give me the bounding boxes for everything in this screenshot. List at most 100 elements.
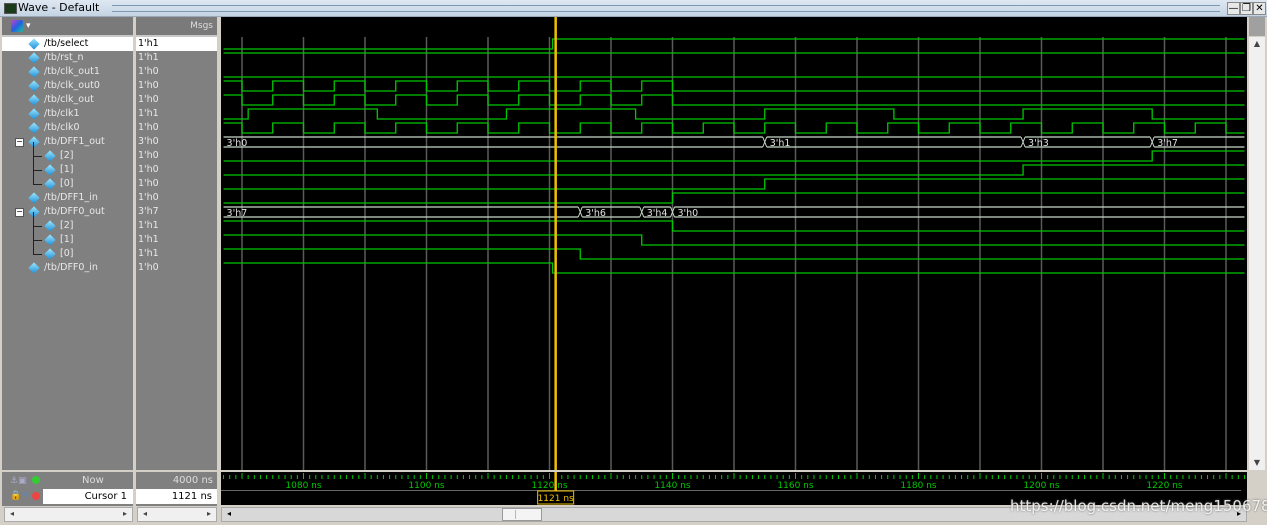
signal-name: /tb/DFF0_in bbox=[44, 262, 98, 273]
minimize-button[interactable]: — bbox=[1227, 2, 1240, 15]
names-horizontal-scrollbar[interactable]: ◂ ▸ bbox=[4, 507, 133, 522]
signal-name: /tb/select bbox=[44, 38, 89, 49]
lock-cursor-icon[interactable]: 🔒 bbox=[10, 491, 21, 501]
signal-row[interactable]: [0] bbox=[2, 240, 133, 261]
scroll-left-icon[interactable]: ◂ bbox=[140, 509, 150, 519]
collapse-icon[interactable]: − bbox=[15, 138, 24, 147]
signal-row[interactable]: [1] bbox=[2, 156, 133, 177]
tick-label: 1100 ns bbox=[408, 481, 444, 491]
close-button[interactable]: ✕ bbox=[1253, 2, 1266, 15]
scroll-corner bbox=[1249, 17, 1265, 36]
signal-row[interactable]: − /tb/DFF0_out bbox=[2, 205, 133, 219]
bus-transition bbox=[577, 206, 583, 218]
signal-diamond-icon bbox=[28, 52, 40, 64]
tick-label: 1080 ns bbox=[285, 481, 321, 491]
msgs-header: Msgs bbox=[136, 17, 217, 37]
restore-button[interactable]: ❐ bbox=[1240, 2, 1253, 15]
signal-row[interactable]: /tb/clk_out0 bbox=[2, 79, 133, 93]
tick-label: 1160 ns bbox=[777, 481, 813, 491]
values-horizontal-scrollbar[interactable]: ◂ ▸ bbox=[137, 507, 217, 522]
signal-row[interactable]: /tb/DFF0_in bbox=[2, 261, 133, 275]
signal-name: [1] bbox=[60, 164, 74, 175]
bus-transition bbox=[639, 206, 645, 218]
signal-row[interactable]: /tb/rst_n bbox=[2, 51, 133, 65]
signal-name: [2] bbox=[60, 150, 74, 161]
bus-value-label: 3'h0 bbox=[678, 208, 699, 219]
scroll-right-icon[interactable]: ▸ bbox=[120, 509, 130, 519]
scroll-down-icon[interactable]: ▼ bbox=[1252, 458, 1262, 468]
signal-name: [0] bbox=[60, 248, 74, 259]
signal-row[interactable]: /tb/DFF1_in bbox=[2, 191, 133, 205]
tree-connector bbox=[33, 240, 42, 255]
signal-name: /tb/clk_out1 bbox=[44, 66, 100, 77]
signal-name: /tb/DFF1_out bbox=[44, 136, 105, 147]
wave-tools-icon[interactable] bbox=[11, 20, 23, 32]
bus-value-label: 3'h1 bbox=[770, 138, 791, 149]
signal-value: 1'h1 bbox=[138, 248, 159, 259]
signal-diamond-icon bbox=[28, 108, 40, 120]
tree-connector bbox=[33, 226, 42, 241]
signal-row[interactable]: /tb/clk_out bbox=[2, 93, 133, 107]
signal-row[interactable]: [2] bbox=[2, 212, 133, 233]
signal-diamond-icon bbox=[28, 192, 40, 204]
waveform-area[interactable]: 3'h0 3'h1 3'h3 3'h7 3'h7 3'h6 3'h4 3'h0 bbox=[221, 17, 1247, 470]
tree-connector bbox=[33, 156, 42, 171]
signal-value: 1'h1 bbox=[136, 37, 217, 51]
signal-values-panel: Msgs 1'h1 1'h1 1'h0 1'h0 1'h0 1'h1 1'h0 3'h0 1'h… bbox=[136, 17, 217, 470]
scroll-left-icon[interactable]: ◂ bbox=[224, 509, 234, 519]
signal-diamond-icon bbox=[28, 94, 40, 106]
bus-value-label: 3'h0 bbox=[227, 138, 248, 149]
bus-transition bbox=[762, 136, 768, 148]
signal-row[interactable]: − /tb/DFF1_out bbox=[2, 135, 133, 149]
signal-diamond-icon bbox=[44, 178, 56, 190]
signal-row[interactable]: /tb/select bbox=[2, 37, 133, 51]
timeline-names: ⚓▣ Now 🔒 ✎ Cursor 1 bbox=[2, 472, 133, 506]
signal-diamond-icon bbox=[44, 150, 56, 162]
signal-name: /tb/clk_out bbox=[44, 94, 94, 105]
cursor-name[interactable]: Cursor 1 bbox=[85, 491, 133, 502]
signal-row[interactable]: /tb/clk1 bbox=[2, 107, 133, 121]
tick-label: 1140 ns bbox=[654, 481, 690, 491]
signal-value: 1'h0 bbox=[138, 164, 159, 175]
signal-value: 1'h0 bbox=[138, 80, 159, 91]
signal-row[interactable]: [0] bbox=[2, 170, 133, 191]
bus-value-label: 3'h3 bbox=[1028, 138, 1049, 149]
now-tools-icon[interactable]: ⚓▣ bbox=[10, 476, 27, 486]
add-cursor-icon[interactable] bbox=[32, 476, 40, 484]
timeline-values: 4000 ns 1121 ns bbox=[136, 472, 217, 506]
tick-label: 1120 ns bbox=[531, 481, 567, 491]
signal-row[interactable]: [1] bbox=[2, 226, 133, 247]
bus-value-label: 3'h6 bbox=[585, 208, 606, 219]
signal-name: /tb/clk1 bbox=[44, 108, 80, 119]
collapse-icon[interactable]: − bbox=[15, 208, 24, 217]
scroll-up-icon[interactable]: ▲ bbox=[1252, 39, 1262, 49]
signal-row[interactable]: /tb/clk_out1 bbox=[2, 65, 133, 79]
signal-value: 1'h1 bbox=[138, 108, 159, 119]
signal-row[interactable]: [2] bbox=[2, 142, 133, 163]
signal-name: /tb/DFF1_in bbox=[44, 192, 98, 203]
signal-value: 1'h1 bbox=[138, 52, 159, 63]
edit-cursor-icon[interactable]: ✎ bbox=[22, 491, 30, 501]
signal-diamond-icon bbox=[28, 66, 40, 78]
scroll-left-icon[interactable]: ◂ bbox=[7, 509, 17, 519]
signal-diamond-icon bbox=[44, 220, 56, 232]
signal-value: 1'h0 bbox=[138, 178, 159, 189]
signal-value: 1'h1 bbox=[138, 234, 159, 245]
signal-diamond-icon bbox=[44, 164, 56, 176]
cursor-value: 1121 ns bbox=[171, 491, 212, 502]
scroll-right-icon[interactable]: ▸ bbox=[204, 509, 214, 519]
signal-name: /tb/rst_n bbox=[44, 52, 84, 63]
signal-value: 1'h0 bbox=[138, 122, 159, 133]
delete-cursor-icon[interactable] bbox=[32, 492, 40, 500]
bus-value-label: 3'h4 bbox=[647, 208, 668, 219]
signal-name: [2] bbox=[60, 220, 74, 231]
bus-transition bbox=[1020, 136, 1026, 148]
wave-scroll-thumb[interactable] bbox=[502, 508, 542, 521]
waveform-canvas[interactable]: 3'h0 3'h1 3'h3 3'h7 3'h7 3'h6 3'h4 3'h0 bbox=[221, 17, 1247, 470]
title-drag-handle[interactable] bbox=[112, 5, 1220, 12]
dropdown-arrow-icon[interactable]: ▾ bbox=[26, 17, 31, 35]
tick-label: 1200 ns bbox=[1023, 481, 1059, 491]
vertical-scrollbar[interactable]: ▲ ▼ bbox=[1249, 37, 1265, 470]
signal-row[interactable]: /tb/clk0 bbox=[2, 121, 133, 135]
signal-value: 1'h0 bbox=[138, 262, 159, 273]
